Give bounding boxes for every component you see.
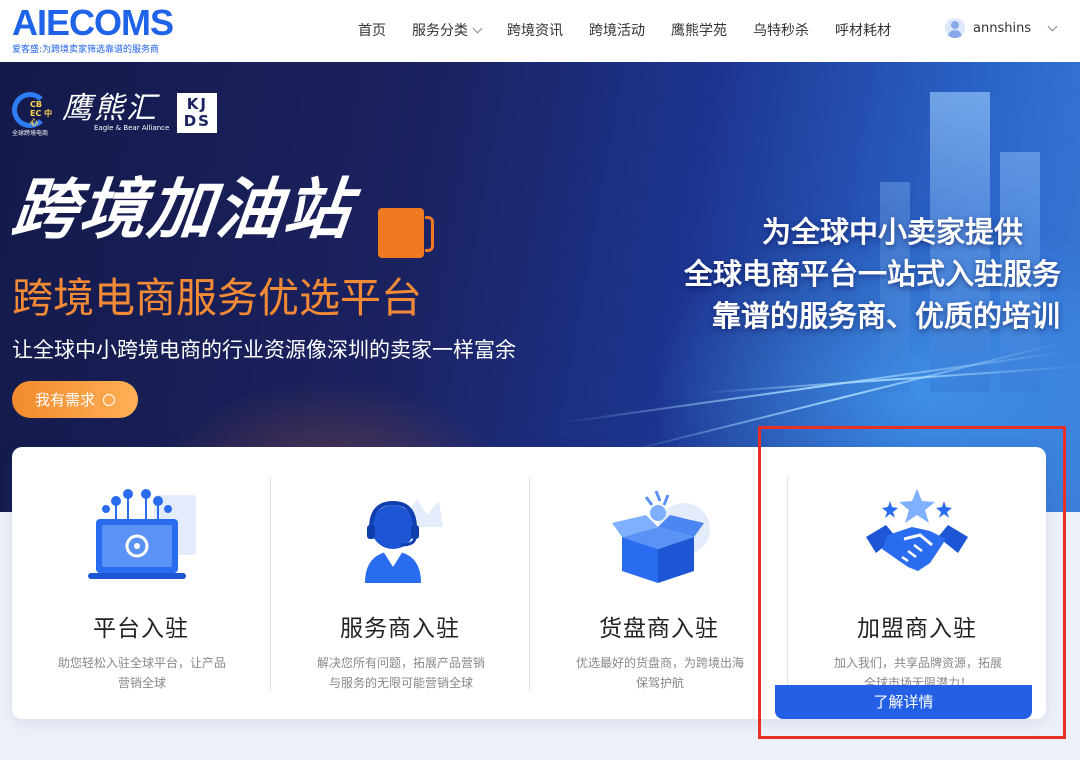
- button-label: 我有需求: [34, 391, 95, 409]
- nav-label: 服务分类: [412, 23, 468, 39]
- eagle-bear-cn: 鹰熊汇: [62, 91, 158, 126]
- cbec-logo-sub: 全球跨境电商: [12, 130, 49, 137]
- hero-right-line-3: 靠谱的服务商、优质的培训: [712, 299, 1061, 333]
- hero-tagline: 让全球中小跨境电商的行业资源像深圳的卖家一样富余: [12, 338, 516, 362]
- logo-text: AIECOMS: [12, 2, 174, 43]
- card-desc: 优选最好的货盘商，为跨境出海保驾护航: [575, 656, 744, 690]
- nav-service-category[interactable]: 服务分类: [412, 20, 483, 40]
- site-logo[interactable]: AIECOMS 爱客盛:为跨境卖家筛选靠谱的服务商: [12, 2, 174, 56]
- card-supplier[interactable]: 货盘商入驻 优选最好的货盘商，为跨境出海保驾护航: [530, 447, 788, 719]
- chevron-down-icon: [1047, 21, 1058, 31]
- gas-pump-icon: [378, 208, 434, 258]
- service-agent-icon: [365, 499, 443, 583]
- nav-news[interactable]: 跨境资讯: [507, 20, 563, 40]
- platform-icon: [88, 489, 196, 579]
- kjds-logo: KJ DS: [177, 93, 218, 133]
- user-menu[interactable]: annshins: [945, 18, 1058, 38]
- nav-consumables[interactable]: 呼材耗材: [835, 20, 891, 40]
- card-service-provider[interactable]: 服务商入驻 解决您所有问题，拓展产品营销与服务的无限可能营销全球: [271, 447, 529, 719]
- nav-events[interactable]: 跨境活动: [589, 20, 645, 40]
- cbec-logo-text: CB EC 中心: [30, 100, 53, 127]
- avatar: [945, 18, 965, 38]
- nav-label: 乌特秒杀: [753, 23, 809, 39]
- card-desc: 解决您所有问题，拓展产品营销与服务的无限可能营销全球: [316, 656, 485, 690]
- nav-label: 鹰熊学苑: [671, 23, 727, 39]
- chevron-down-icon: [472, 23, 483, 33]
- hero-subheadline: 跨境电商服务优选平台: [12, 274, 422, 322]
- highlight-box: [758, 426, 1066, 739]
- card-desc: 助您轻松入驻全球平台，让产品营销全球: [57, 656, 226, 690]
- cbec-logo: CB EC 中心 全球跨境电商: [12, 90, 54, 137]
- supply-box-icon: [612, 490, 710, 583]
- nav-label: 跨境资讯: [507, 23, 563, 39]
- nav-academy[interactable]: 鹰熊学苑: [671, 20, 727, 40]
- user-icon: [103, 393, 115, 406]
- partner-logos: CB EC 中心 全球跨境电商 鹰熊汇 Eagle & Bear Allianc…: [12, 90, 218, 137]
- need-request-button[interactable]: 我有需求: [12, 381, 138, 418]
- nav-flash-sale[interactable]: 乌特秒杀: [753, 20, 809, 40]
- nav-label: 呼材耗材: [835, 23, 891, 39]
- eagle-bear-logo: 鹰熊汇 Eagle & Bear Alliance: [62, 91, 170, 133]
- logo-slogan: 爱客盛:为跨境卖家筛选靠谱的服务商: [12, 45, 160, 55]
- nav-label: 首页: [358, 23, 386, 39]
- hero-headline: 跨境加油站: [8, 171, 357, 248]
- nav-label: 跨境活动: [589, 23, 645, 39]
- card-title: 平台入驻: [93, 616, 189, 642]
- hero-right-line-2: 全球电商平台一站式入驻服务: [684, 257, 1062, 291]
- top-header: AIECOMS 爱客盛:为跨境卖家筛选靠谱的服务商 首页 服务分类 跨境资讯 跨…: [0, 0, 1080, 62]
- username: annshins: [973, 20, 1032, 36]
- eagle-bear-en: Eagle & Bear Alliance: [94, 124, 170, 132]
- card-title: 货盘商入驻: [599, 616, 719, 642]
- card-platform[interactable]: 平台入驻 助您轻松入驻全球平台，让产品营销全球: [12, 447, 270, 719]
- main-nav: 首页 服务分类 跨境资讯 跨境活动 鹰熊学苑 乌特秒杀 呼材耗材: [345, 0, 904, 60]
- hero-right-line-1: 为全球中小卖家提供: [762, 215, 1024, 249]
- nav-home[interactable]: 首页: [358, 20, 386, 40]
- light-beam: [559, 349, 1076, 424]
- card-title: 服务商入驻: [340, 616, 460, 642]
